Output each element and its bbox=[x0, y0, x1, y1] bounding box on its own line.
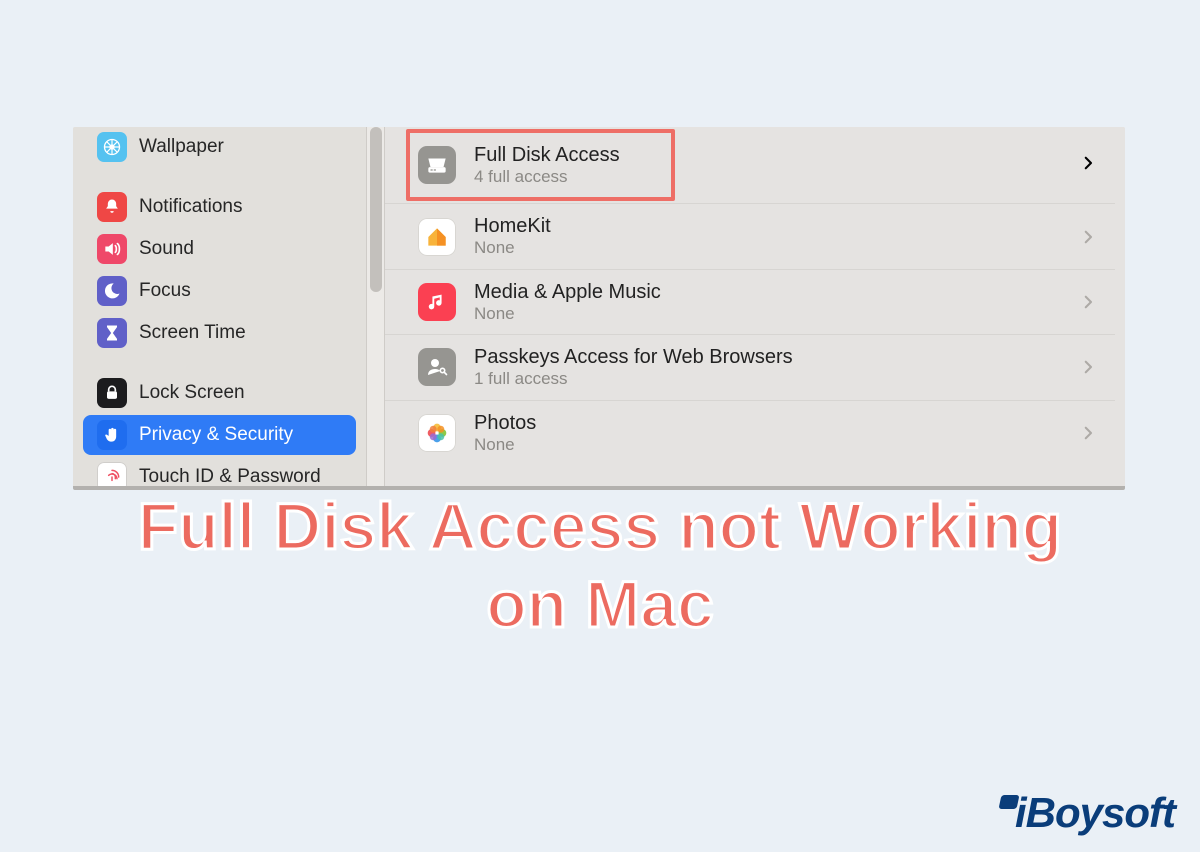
row-title: Passkeys Access for Web Browsers bbox=[474, 345, 1079, 369]
sidebar-item-sound[interactable]: Sound bbox=[83, 229, 356, 269]
row-title: Full Disk Access bbox=[474, 143, 667, 167]
highlight-frame: Full Disk Access 4 full access bbox=[406, 129, 675, 201]
row-passkeys[interactable]: Passkeys Access for Web Browsers 1 full … bbox=[385, 334, 1115, 399]
disk-icon bbox=[418, 146, 456, 184]
lock-icon bbox=[97, 378, 127, 408]
person-key-icon bbox=[418, 348, 456, 386]
sidebar-item-label: Sound bbox=[139, 238, 194, 260]
row-subtitle: None bbox=[474, 435, 1079, 455]
sidebar-item-wallpaper[interactable]: Wallpaper bbox=[83, 127, 356, 167]
caption-line-1: Full Disk Access not Working bbox=[138, 489, 1062, 563]
photos-icon bbox=[418, 414, 456, 452]
system-settings-window: Wallpaper Notifications Sound Focus bbox=[73, 127, 1125, 490]
hourglass-icon bbox=[97, 318, 127, 348]
home-icon bbox=[418, 218, 456, 256]
sidebar-item-label: Focus bbox=[139, 280, 191, 302]
sidebar-item-label: Notifications bbox=[139, 196, 243, 218]
scrollbar-thumb[interactable] bbox=[370, 127, 382, 292]
row-subtitle: None bbox=[474, 238, 1079, 258]
row-subtitle: 1 full access bbox=[474, 369, 1079, 389]
brand-text: iBoysoft bbox=[1015, 789, 1175, 837]
sidebar-item-screen-time[interactable]: Screen Time bbox=[83, 313, 356, 353]
row-title: HomeKit bbox=[474, 214, 1079, 238]
row-photos[interactable]: Photos None bbox=[385, 400, 1115, 465]
row-text: Passkeys Access for Web Browsers 1 full … bbox=[474, 345, 1079, 389]
fingerprint-icon bbox=[97, 462, 127, 486]
sidebar-item-label: Screen Time bbox=[139, 322, 246, 344]
sidebar-scrollbar[interactable] bbox=[366, 127, 385, 486]
row-text: Media & Apple Music None bbox=[474, 280, 1079, 324]
row-title: Photos bbox=[474, 411, 1079, 435]
sidebar-item-label: Touch ID & Password bbox=[139, 466, 321, 486]
music-icon bbox=[418, 283, 456, 321]
chevron-right-icon bbox=[1079, 228, 1097, 246]
chevron-right-icon bbox=[1079, 358, 1097, 376]
row-media-music[interactable]: Media & Apple Music None bbox=[385, 269, 1115, 334]
row-text: Photos None bbox=[474, 411, 1079, 455]
row-text: HomeKit None bbox=[474, 214, 1079, 258]
sidebar-item-privacy-security[interactable]: Privacy & Security bbox=[83, 415, 356, 455]
sound-icon bbox=[97, 234, 127, 264]
sidebar-item-label: Privacy & Security bbox=[139, 424, 293, 446]
row-text: Full Disk Access 4 full access bbox=[474, 143, 667, 187]
caption-line-2: on Mac bbox=[486, 567, 713, 641]
chevron-right-icon bbox=[1079, 154, 1097, 177]
chevron-right-icon bbox=[1079, 424, 1097, 442]
chevron-right-icon bbox=[1079, 293, 1097, 311]
sidebar-item-label: Lock Screen bbox=[139, 382, 245, 404]
row-full-disk-access[interactable]: Full Disk Access 4 full access bbox=[410, 133, 671, 197]
bell-icon bbox=[97, 192, 127, 222]
row-subtitle: 4 full access bbox=[474, 167, 667, 187]
settings-sidebar: Wallpaper Notifications Sound Focus bbox=[73, 127, 366, 486]
wallpaper-icon bbox=[97, 132, 127, 162]
privacy-content: Full Disk Access 4 full access HomeKi bbox=[385, 127, 1125, 486]
row-subtitle: None bbox=[474, 304, 1079, 324]
hand-icon bbox=[97, 420, 127, 450]
sidebar-item-lock-screen[interactable]: Lock Screen bbox=[83, 373, 356, 413]
sidebar-item-touch-id[interactable]: Touch ID & Password bbox=[83, 457, 356, 486]
moon-icon bbox=[97, 276, 127, 306]
brand-mark-icon bbox=[999, 795, 1020, 809]
sidebar-item-notifications[interactable]: Notifications bbox=[83, 187, 356, 227]
row-title: Media & Apple Music bbox=[474, 280, 1079, 304]
sidebar-item-label: Wallpaper bbox=[139, 136, 224, 158]
row-homekit[interactable]: HomeKit None bbox=[385, 203, 1115, 268]
brand-logo: iBoysoft bbox=[1000, 789, 1175, 837]
sidebar-item-focus[interactable]: Focus bbox=[83, 271, 356, 311]
privacy-list: Full Disk Access 4 full access HomeKi bbox=[385, 127, 1115, 465]
highlight-full-disk-access: Full Disk Access 4 full access bbox=[385, 127, 1115, 203]
caption-text: Full Disk Access not Working on Mac bbox=[0, 488, 1200, 644]
